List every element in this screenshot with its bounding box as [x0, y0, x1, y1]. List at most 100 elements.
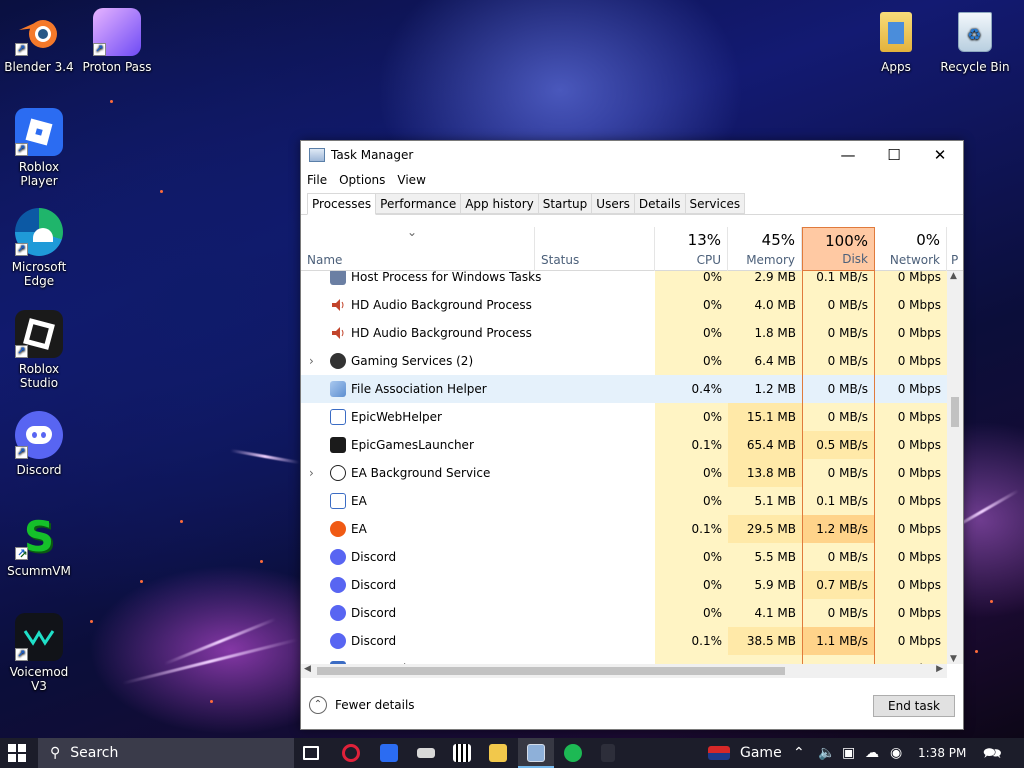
scroll-down-icon[interactable]: ▼: [950, 654, 957, 664]
expand-chevron-icon[interactable]: ›: [309, 459, 314, 487]
clock[interactable]: 1:38 PM: [918, 738, 966, 768]
chevron-up-icon[interactable]: ⌃: [793, 738, 805, 768]
process-name: EA: [351, 522, 367, 536]
close-button[interactable]: ✕: [917, 141, 963, 169]
process-cpu: 0.4%: [655, 375, 728, 403]
scroll-right-icon[interactable]: ▶: [936, 664, 943, 674]
process-row[interactable]: › EA Background Service 0% 13.8 MB 0 MB/s 0 M…: [301, 459, 947, 487]
process-network: 0 Mbps: [875, 431, 947, 459]
expand-chevron-icon[interactable]: ›: [309, 347, 314, 375]
desktop-icon-voicemod[interactable]: ↗ Voicemod V3: [1, 613, 77, 693]
piano-taskbar-icon[interactable]: [453, 744, 471, 762]
process-row[interactable]: HD Audio Background Process 0% 4.0 MB 0 MB/…: [301, 291, 947, 319]
scroll-left-icon[interactable]: ◀: [304, 664, 311, 674]
vertical-scrollbar[interactable]: ▲ ▼: [947, 271, 963, 664]
desktop-icon-microsoft-edge[interactable]: ↗ Microsoft Edge: [1, 208, 77, 288]
vertical-scroll-thumb[interactable]: [951, 397, 959, 427]
disk-percent: 100%: [825, 232, 868, 250]
unknown-app-icon[interactable]: [601, 744, 615, 762]
menu-file[interactable]: File: [307, 173, 339, 187]
memory-label: Memory: [746, 253, 795, 267]
desktop-icon-apps[interactable]: Apps: [858, 8, 934, 74]
column-cpu[interactable]: 13% CPU: [655, 227, 728, 271]
desktop-icon-roblox-player[interactable]: ↗ Roblox Player: [1, 108, 77, 188]
tab-details[interactable]: Details: [633, 193, 686, 214]
volume-icon[interactable]: 🔈: [818, 738, 835, 768]
desktop-icon-discord[interactable]: ↗ Discord: [1, 411, 77, 477]
process-cpu: 0.1%: [655, 627, 728, 655]
roblox-studio-icon: ↗: [15, 310, 63, 358]
fewer-details-button[interactable]: ⌃ Fewer details: [309, 696, 415, 714]
meet-now-icon[interactable]: ◉: [890, 738, 902, 768]
tab-app-history[interactable]: App history: [460, 193, 539, 214]
column-memory[interactable]: 45% Memory: [728, 227, 802, 271]
horizontal-scroll-thumb[interactable]: [317, 667, 785, 675]
tab-services[interactable]: Services: [684, 193, 746, 214]
process-row[interactable]: › Gaming Services (2) 0% 6.4 MB 0 MB/s 0 Mbps: [301, 347, 947, 375]
roblox-taskbar-icon[interactable]: [380, 744, 398, 762]
shortcut-arrow-icon: ↗: [93, 43, 106, 56]
column-network[interactable]: 0% Network: [875, 227, 947, 271]
column-name[interactable]: ⌄ Name: [301, 225, 535, 271]
end-task-button[interactable]: End task: [873, 695, 955, 717]
process-row[interactable]: HD Audio Background Process 0% 1.8 MB 0 MB/…: [301, 319, 947, 347]
menu-view[interactable]: View: [397, 173, 437, 187]
minimize-button[interactable]: —: [825, 141, 871, 169]
menu-options[interactable]: Options: [339, 173, 397, 187]
title-bar[interactable]: Task Manager — ☐ ✕: [301, 141, 963, 169]
scroll-up-icon[interactable]: ▲: [950, 271, 957, 281]
horizontal-scrollbar[interactable]: ◀ ▶: [301, 664, 947, 678]
desktop-icon-proton-pass[interactable]: ↗ Proton Pass: [79, 8, 155, 74]
process-disk: 0.5 MB/s: [802, 431, 875, 459]
taskbar-search-box[interactable]: ⚲ Search: [38, 738, 294, 768]
process-row[interactable]: Discord 0.1% 38.5 MB 1.1 MB/s 0 Mbps: [301, 627, 947, 655]
opera-icon[interactable]: [342, 744, 360, 762]
desktop-icon-scummvm[interactable]: S ↗ ScummVM: [1, 512, 77, 579]
ember: [210, 700, 213, 703]
process-row[interactable]: EpicWebHelper 0% 15.1 MB 0 MB/s 0 Mbps: [301, 403, 947, 431]
ea-bg-icon: [330, 465, 346, 481]
network-icon[interactable]: ▣: [842, 738, 855, 768]
process-name: Discord: [351, 578, 397, 592]
desktop-icon-label: Recycle Bin: [940, 60, 1010, 74]
tab-startup[interactable]: Startup: [537, 193, 593, 214]
cloud-icon[interactable]: ☁: [865, 738, 879, 768]
process-row[interactable]: File Association Helper 0.4% 1.2 MB 0 MB/s 0…: [301, 375, 947, 403]
gear-icon: [330, 381, 346, 397]
process-row[interactable]: EA 0% 5.1 MB 0.1 MB/s 0 Mbps: [301, 487, 947, 515]
file-explorer-icon[interactable]: [489, 744, 507, 762]
process-memory: 29.5 MB: [728, 515, 802, 543]
task-view-icon[interactable]: [303, 746, 319, 760]
process-row[interactable]: Discord 0% 5.9 MB 0.7 MB/s 0 Mbps: [301, 571, 947, 599]
notes-taskbar-icon[interactable]: [417, 748, 435, 758]
process-row[interactable]: Host Process for Windows Tasks 0% 2.9 MB 0.…: [301, 271, 947, 291]
game-label[interactable]: Game: [740, 738, 782, 768]
column-disk[interactable]: 100% Disk: [802, 227, 875, 271]
process-cpu: 0%: [655, 291, 728, 319]
desktop-icon-blender[interactable]: ↗ Blender 3.4: [1, 8, 77, 74]
process-network: 0 Mbps: [875, 271, 947, 291]
process-row[interactable]: CTF Loader 0%3.4 MB0 MB/s0 Mbps: [301, 655, 947, 664]
maximize-button[interactable]: ☐: [871, 141, 917, 169]
process-memory: 65.4 MB: [728, 431, 802, 459]
tab-processes[interactable]: Processes: [307, 193, 377, 215]
notifications-icon[interactable]: 🗪: [983, 738, 1002, 768]
process-row[interactable]: Discord 0% 5.5 MB 0 MB/s 0 Mbps: [301, 543, 947, 571]
process-row[interactable]: EpicGamesLauncher 0.1% 65.4 MB 0.5 MB/s 0 Mb…: [301, 431, 947, 459]
process-memory: 5.5 MB: [728, 543, 802, 571]
process-row[interactable]: Discord 0% 4.1 MB 0 MB/s 0 Mbps: [301, 599, 947, 627]
process-memory: 2.9 MB: [728, 271, 802, 291]
desktop-icon-label: Roblox Studio: [18, 362, 60, 390]
desktop-icon-roblox-studio[interactable]: ↗ Roblox Studio: [1, 310, 77, 390]
fewer-details-label: Fewer details: [335, 698, 415, 712]
process-network: 0 Mbps: [875, 403, 947, 431]
windows-start-icon[interactable]: [8, 744, 26, 762]
spotify-icon[interactable]: [564, 744, 582, 762]
process-row[interactable]: EA 0.1% 29.5 MB 1.2 MB/s 0 Mbps: [301, 515, 947, 543]
tab-users[interactable]: Users: [591, 193, 635, 214]
column-status[interactable]: Status: [535, 227, 655, 271]
desktop-icon-recycle-bin[interactable]: ♻ Recycle Bin: [937, 8, 1013, 74]
tab-performance[interactable]: Performance: [375, 193, 462, 214]
folder-icon: [872, 8, 920, 56]
column-power[interactable]: P: [947, 227, 963, 271]
